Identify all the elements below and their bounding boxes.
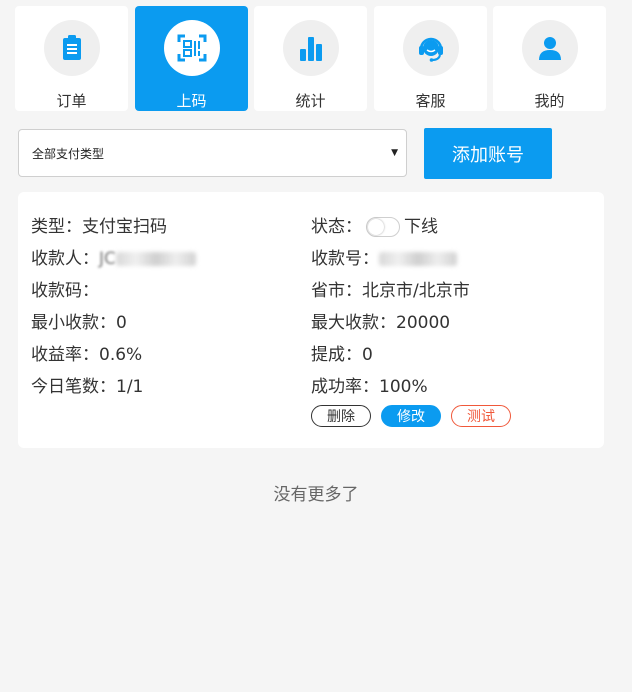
account-card: 类型：支付宝扫码 状态： 下线 收款人：JC 收款号： 收款码： 省市：北京市/北… bbox=[18, 192, 604, 448]
test-button[interactable]: 测试 bbox=[451, 405, 511, 427]
payment-type-select-value: 全部支付类型 bbox=[32, 146, 105, 161]
account-commission: 提成：0 bbox=[311, 345, 373, 365]
account-payee-label: 收款人： bbox=[31, 249, 99, 269]
tab-mine[interactable]: 我的 bbox=[493, 6, 606, 111]
bar-chart-icon bbox=[299, 37, 322, 61]
status-toggle[interactable] bbox=[366, 217, 400, 237]
tab-mine-icon-circle bbox=[521, 20, 578, 76]
status-toggle-knob bbox=[368, 219, 384, 235]
edit-button[interactable]: 修改 bbox=[381, 405, 441, 427]
tab-orders[interactable]: 订单 bbox=[15, 6, 128, 111]
top-tab-bar: 订单 上码 统计 客服 我的 bbox=[0, 0, 632, 118]
account-type: 类型：支付宝扫码 bbox=[31, 217, 167, 237]
tab-customer-service-label: 客服 bbox=[415, 92, 446, 110]
tab-statistics-icon-circle bbox=[282, 20, 339, 76]
tab-orders-icon-circle bbox=[43, 20, 100, 76]
delete-button[interactable]: 删除 bbox=[311, 405, 371, 427]
no-more-text: 没有更多了 bbox=[273, 485, 359, 505]
account-number: 收款号： bbox=[311, 244, 457, 269]
account-yield-rate: 收益率：0.6% bbox=[31, 345, 143, 365]
account-max-amount: 最大收款：20000 bbox=[311, 313, 451, 333]
account-qr-code: 收款码： bbox=[31, 281, 99, 301]
payment-type-select[interactable]: 全部支付类型 ▼ bbox=[18, 129, 407, 177]
account-actions: 删除 修改 测试 bbox=[311, 405, 511, 427]
tab-mine-label: 我的 bbox=[534, 92, 565, 110]
filter-bar: 全部支付类型 ▼ 添加账号 bbox=[18, 128, 608, 179]
payee-redacted bbox=[115, 252, 196, 266]
account-min-amount: 最小收款：0 bbox=[31, 313, 127, 333]
user-icon bbox=[538, 37, 561, 60]
tab-statistics-label: 统计 bbox=[295, 92, 326, 110]
tab-customer-service[interactable]: 客服 bbox=[374, 6, 487, 111]
tab-customer-service-icon-circle bbox=[402, 20, 459, 76]
headset-icon bbox=[418, 37, 443, 62]
tab-orders-label: 订单 bbox=[56, 92, 87, 110]
account-status: 状态： 下线 bbox=[311, 212, 438, 237]
account-number-redacted bbox=[379, 252, 457, 266]
account-status-value: 下线 bbox=[404, 217, 438, 237]
qr-scan-icon bbox=[177, 34, 206, 62]
account-success-rate: 成功率：100% bbox=[311, 377, 428, 397]
account-number-label: 收款号： bbox=[311, 249, 379, 269]
tab-upload-code[interactable]: 上码 bbox=[135, 6, 248, 111]
account-payee-visible: JC bbox=[99, 249, 116, 269]
tab-upload-code-label: 上码 bbox=[176, 92, 207, 110]
account-today-count: 今日笔数：1/1 bbox=[31, 377, 144, 397]
tab-statistics[interactable]: 统计 bbox=[254, 6, 367, 111]
account-province-city: 省市：北京市/北京市 bbox=[311, 281, 470, 301]
add-account-button[interactable]: 添加账号 bbox=[424, 128, 552, 179]
dropdown-arrow-icon: ▼ bbox=[391, 148, 398, 158]
account-status-label: 状态： bbox=[311, 217, 362, 237]
clipboard-icon bbox=[62, 35, 81, 60]
tab-upload-code-icon-circle bbox=[163, 20, 220, 76]
account-payee: 收款人：JC bbox=[31, 244, 196, 269]
